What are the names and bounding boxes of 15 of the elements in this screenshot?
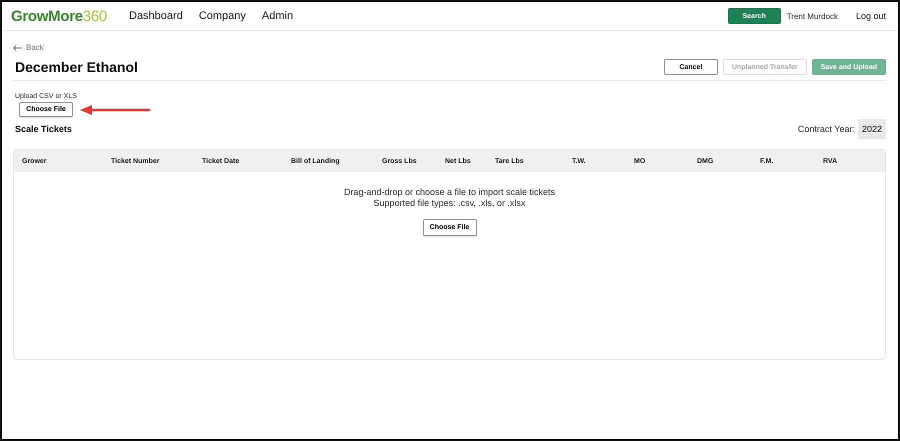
section-title: Scale Tickets	[15, 124, 73, 134]
contract-year-value: 2022	[858, 119, 886, 139]
page-title: December Ethanol	[15, 59, 139, 75]
logo[interactable]: GrowMore360	[11, 8, 129, 24]
contract-year-label: Contract Year:	[798, 124, 855, 134]
arrow-icon	[79, 104, 151, 116]
back-link[interactable]: Back	[13, 43, 44, 52]
file-types-note: Supported file types: .csv, .xls, or .xlsx	[374, 198, 526, 209]
back-arrow-icon	[13, 44, 22, 50]
nav-link[interactable]: Company	[198, 10, 246, 22]
user-name: Trent Murdock	[786, 12, 838, 20]
nav-link[interactable]: Admin	[262, 10, 294, 22]
logout-link[interactable]: Log out	[856, 11, 886, 21]
nav-link[interactable]: Dashboard	[129, 10, 183, 22]
empty-message: Drag-and-drop or choose a file to import scale tickets	[344, 187, 556, 198]
